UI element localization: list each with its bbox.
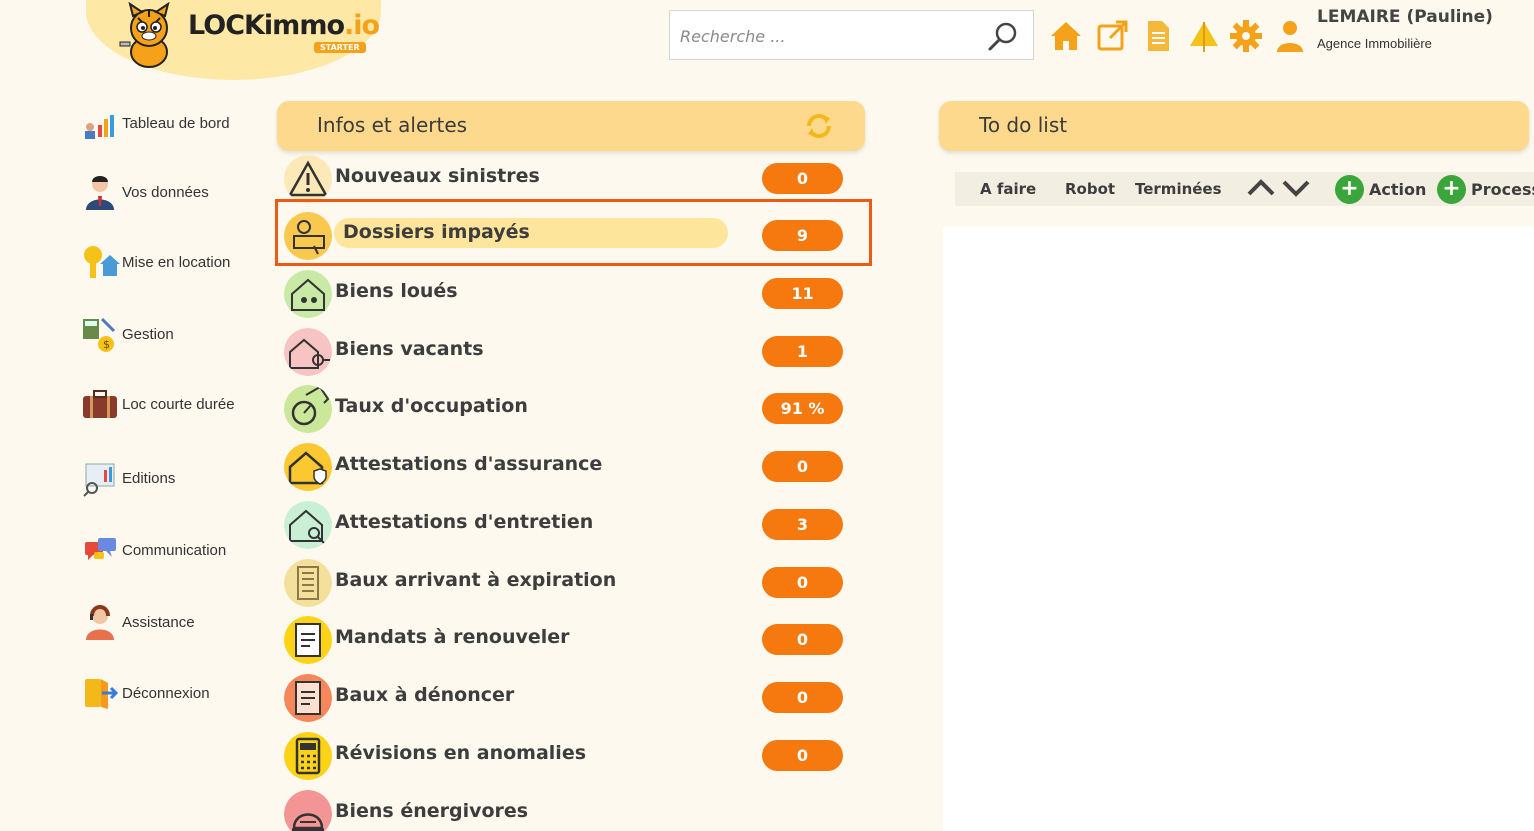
key-house-icon	[84, 246, 120, 278]
mandate-document-icon	[284, 616, 332, 664]
alert-count-badge[interactable]: 0	[762, 451, 843, 482]
dashboard-chart-icon	[85, 115, 114, 139]
alert-count-badge[interactable]: 0	[762, 567, 843, 598]
suitcase-icon	[83, 390, 117, 418]
alert-row[interactable]: Révisions en anomalies 0	[277, 727, 865, 785]
search-input[interactable]	[680, 23, 980, 49]
alert-count-badge[interactable]: 3	[762, 509, 843, 540]
alert-count-badge[interactable]: 0	[762, 740, 843, 771]
sidebar-item-loc-courte-duree[interactable]: Loc courte durée	[80, 384, 260, 424]
home-icon[interactable]	[1048, 18, 1084, 54]
external-link-icon[interactable]	[1094, 18, 1130, 54]
tree-icon[interactable]	[1186, 18, 1222, 54]
todo-list-content	[943, 227, 1534, 831]
plan-badge: STARTER	[314, 42, 366, 53]
alert-count-badge[interactable]: 0	[762, 163, 843, 194]
infos-panel-header: Infos et alertes	[277, 101, 865, 151]
sidebar-item-communication[interactable]: Communication	[80, 530, 260, 570]
infos-panel-title: Infos et alertes	[317, 113, 468, 137]
plus-icon: +	[1437, 174, 1466, 204]
alert-row[interactable]: Attestations d'assurance 0	[277, 438, 865, 496]
alert-count-badge[interactable]: 0	[762, 682, 843, 713]
user-name[interactable]: LEMAIRE (Pauline)	[1317, 7, 1493, 27]
vacant-house-key-icon	[284, 328, 332, 376]
alert-label: Biens loués	[335, 280, 458, 302]
sidebar-item-vos-donnees[interactable]: Vos données	[80, 172, 260, 212]
gear-icon[interactable]	[1228, 18, 1264, 54]
maintenance-house-icon	[284, 501, 332, 549]
refresh-icon[interactable]	[803, 110, 835, 142]
occupancy-rate-icon	[284, 385, 332, 433]
logout-icon	[85, 679, 119, 709]
alert-count-badge[interactable]: 11	[762, 278, 843, 309]
chat-bubbles-icon	[85, 538, 116, 560]
building-icon	[284, 559, 332, 607]
lease-document-icon	[284, 674, 332, 722]
alert-label: Taux d'occupation	[335, 395, 528, 417]
user-role: Agence Immobilière	[1317, 36, 1432, 51]
add-action-button[interactable]: + Action	[1335, 174, 1426, 204]
todo-panel-header: To do list	[939, 101, 1529, 151]
alert-count-badge[interactable]: 0	[762, 624, 843, 655]
search-box	[669, 10, 1034, 60]
alert-label: Attestations d'entretien	[335, 511, 594, 533]
sidebar-item-deconnexion[interactable]: Déconnexion	[80, 673, 260, 713]
brand-name: LOCKimmo.io	[188, 10, 380, 41]
alert-label: Révisions en anomalies	[335, 742, 587, 764]
warning-icon	[284, 155, 332, 203]
alert-label: Biens énergivores	[335, 800, 529, 822]
alert-row[interactable]: Attestations d'entretien 3	[277, 496, 865, 554]
alert-label: Attestations d'assurance	[335, 453, 603, 475]
tab-robot[interactable]: Robot	[1065, 180, 1115, 198]
alert-label: Biens vacants	[335, 338, 484, 360]
alert-row[interactable]: Biens loués 11	[277, 265, 865, 323]
chevron-up-icon[interactable]	[1245, 174, 1277, 202]
add-process-button[interactable]: + Process	[1437, 174, 1534, 204]
alert-label: Nouveaux sinistres	[335, 165, 540, 187]
insurance-house-icon	[284, 443, 332, 491]
alert-label: Mandats à renouveler	[335, 626, 570, 648]
alert-row[interactable]: Mandats à renouveler 0	[277, 611, 865, 669]
svg-text:$: $	[103, 338, 110, 351]
todo-panel-title: To do list	[979, 113, 1068, 137]
todo-tabbar: A faire Robot Terminées + Action + Proce…	[955, 172, 1534, 206]
sidebar-item-editions[interactable]: Editions	[80, 458, 260, 498]
document-icon[interactable]	[1140, 18, 1176, 54]
alert-row[interactable]: Baux à dénoncer 0	[277, 669, 865, 727]
alert-row[interactable]: Biens énergivores	[277, 785, 865, 831]
sidebar-item-gestion[interactable]: $ Gestion	[80, 314, 260, 354]
sidebar-item-assistance[interactable]: Assistance	[80, 602, 260, 642]
highlight-frame	[275, 199, 872, 266]
support-agent-icon	[86, 605, 114, 640]
calculator-icon: $	[83, 317, 116, 352]
report-icon	[83, 463, 115, 497]
alert-row[interactable]: Baux arrivant à expiration 0	[277, 554, 865, 612]
alert-row[interactable]: Taux d'occupation 91 %	[277, 380, 865, 438]
user-icon[interactable]	[1272, 18, 1308, 54]
search-icon[interactable]	[986, 19, 1020, 53]
alert-label: Baux arrivant à expiration	[335, 569, 617, 591]
alert-row[interactable]: Biens vacants 1	[277, 323, 865, 381]
cat-mascot-logo	[119, 2, 170, 68]
rented-house-icon	[284, 270, 332, 318]
sidebar-item-mise-en-location[interactable]: Mise en location	[80, 242, 260, 282]
tab-a-faire[interactable]: A faire	[980, 180, 1036, 198]
plus-icon: +	[1335, 174, 1364, 204]
alert-label: Baux à dénoncer	[335, 684, 515, 706]
alert-count-badge[interactable]: 91 %	[762, 393, 843, 424]
tab-terminees[interactable]: Terminées	[1135, 180, 1222, 198]
sidebar-item-tableau-de-bord[interactable]: Tableau de bord	[80, 103, 260, 143]
calculator-icon	[284, 732, 332, 780]
alert-count-badge[interactable]: 1	[762, 336, 843, 367]
person-icon	[86, 176, 114, 210]
chevron-down-icon[interactable]	[1280, 174, 1312, 202]
energy-bell-icon	[284, 790, 332, 831]
